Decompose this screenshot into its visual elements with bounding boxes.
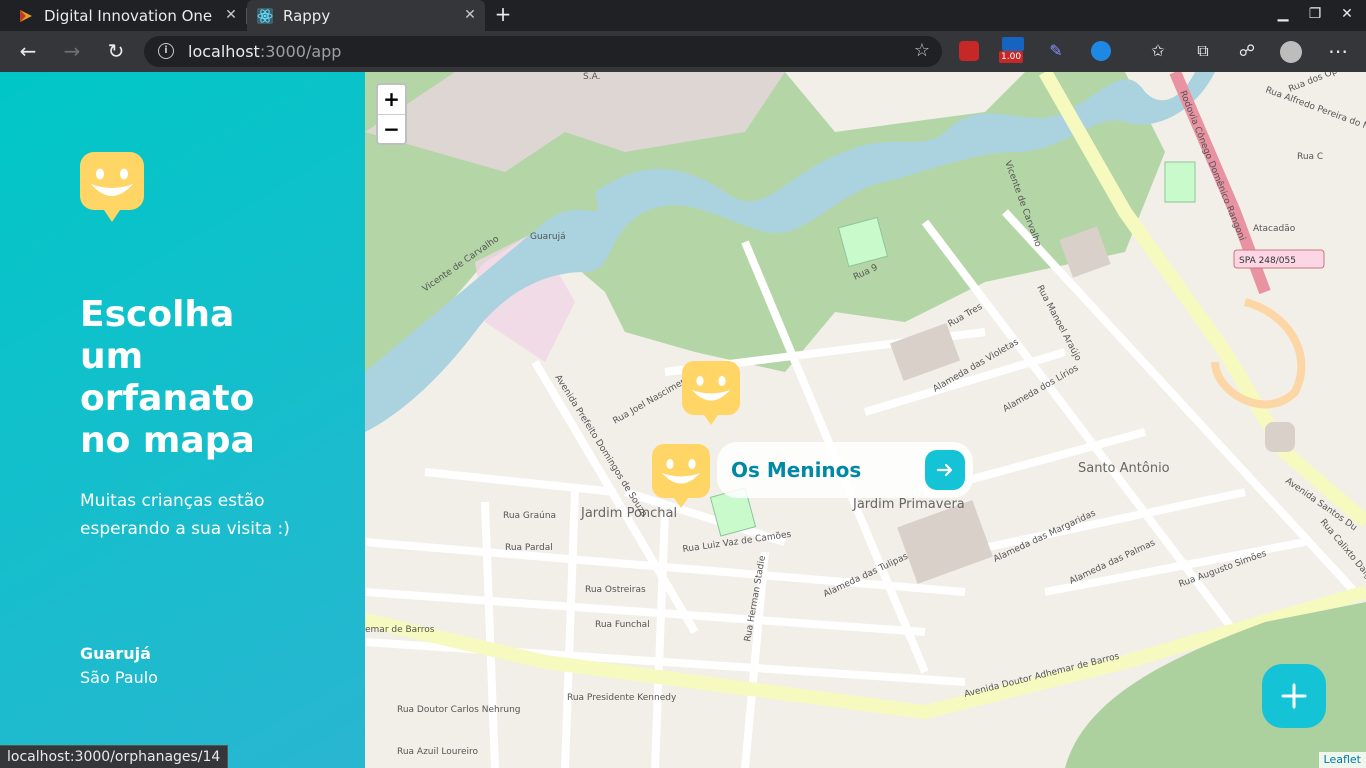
label-rua-c: Rua C — [1297, 152, 1323, 162]
more-menu-icon[interactable]: ⋯ — [1326, 40, 1350, 64]
profile-avatar-icon[interactable] — [1280, 41, 1302, 63]
url-path: :3000/app — [259, 42, 342, 61]
app-page: Escolha um orfanato no mapa Muitas crian… — [0, 72, 1366, 768]
browser-toolbar: ← → ↻ i localhost:3000/app ☆ 1.00 ✎ ✩ ⧉ … — [0, 31, 1366, 72]
map[interactable]: S.A. Guarujá Vicente de Carvalho Vicente… — [365, 72, 1366, 768]
label-adhemar-left: emar de Barros — [365, 625, 435, 635]
label-rua-grauna: Rua Graúna — [503, 511, 556, 521]
dio-favicon-icon — [20, 9, 32, 22]
label-sa: S.A. — [583, 72, 600, 82]
back-icon[interactable]: ← — [16, 40, 40, 64]
label-rua-operarios: Rua dos Operários — [1287, 72, 1366, 95]
popup-orphanage-name: Os Meninos — [731, 458, 862, 482]
label-spa: SPA 248/055 — [1239, 256, 1296, 266]
tab-title: Rappy — [283, 6, 331, 25]
label-rua-funchal: Rua Funchal — [595, 620, 650, 630]
favorites-icon[interactable]: ✩ — [1146, 40, 1170, 64]
sidebar: Escolha um orfanato no mapa Muitas crian… — [0, 72, 365, 768]
label-guaruja: Guarujá — [530, 232, 566, 242]
new-tab-icon[interactable]: + — [492, 4, 514, 26]
browser-titlebar: Digital Innovation One ✕ Rappy ✕ + ▁ ❐ ✕ — [0, 0, 1366, 31]
extension-zoom-icon[interactable] — [1002, 37, 1024, 51]
smile-marker-icon — [80, 152, 144, 222]
page-title: Escolha um orfanato no mapa — [80, 294, 255, 461]
label-rua-tulipas: Alameda das Tulipas — [822, 552, 910, 600]
label-rua-alfredo: Rua Alfredo Pereira do Nascimento — [1264, 85, 1366, 148]
close-window-icon[interactable]: ✕ — [1337, 6, 1357, 26]
collections-icon[interactable]: ⧉ — [1191, 40, 1215, 64]
label-rua-tres: Rua Tres — [947, 302, 985, 330]
page-subtitle: Muitas crianças estão esperando a sua vi… — [80, 491, 290, 539]
site-info-icon[interactable]: i — [158, 43, 174, 59]
feedback-icon[interactable]: ☍ — [1235, 40, 1259, 64]
tab-digital-innovation-one[interactable]: Digital Innovation One ✕ — [0, 0, 246, 31]
close-tab-icon[interactable]: ✕ — [463, 8, 477, 22]
label-jardim-primavera: Jardim Primavera — [852, 497, 965, 512]
react-favicon-icon — [257, 7, 273, 24]
tab-title: Digital Innovation One — [44, 6, 213, 25]
label-rua-margaridas: Alameda das Margaridas — [992, 508, 1098, 564]
address-bar[interactable]: i localhost:3000/app ☆ — [144, 36, 942, 67]
label-santo-antonio: Santo Antônio — [1078, 461, 1170, 476]
orphanage-popup: Os Meninos — [717, 442, 973, 498]
label-rua-azuil: Rua Azuil Loureiro — [397, 747, 478, 757]
status-bar-url: localhost:3000/orphanages/14 — [0, 745, 229, 768]
forward-icon[interactable]: → — [60, 40, 84, 64]
minimize-icon[interactable]: ▁ — [1273, 6, 1293, 26]
plus-icon — [1281, 683, 1307, 709]
zoom-badge: 1.00 — [999, 51, 1024, 63]
label-atacadao: Atacadão — [1253, 224, 1296, 234]
leaflet-attribution-link[interactable]: Leaflet — [1318, 752, 1366, 768]
add-orphanage-button[interactable] — [1262, 664, 1326, 728]
zoom-control: + − — [376, 83, 407, 145]
orphanage-marker-selected[interactable] — [652, 444, 710, 510]
label-prefeito: Avenida Prefeito Domingos de Souza — [552, 373, 648, 519]
label-rua-kennedy: Rua Presidente Kennedy — [567, 693, 677, 703]
url-text[interactable]: localhost:3000/app — [188, 42, 341, 61]
bookmark-star-icon[interactable]: ☆ — [914, 40, 930, 61]
label-rua-nehrung: Rua Doutor Carlos Nehrung — [397, 705, 521, 715]
label-rua-pardal: Rua Pardal — [505, 543, 553, 553]
zoom-out-button[interactable]: − — [378, 114, 405, 143]
open-orphanage-button[interactable] — [925, 450, 965, 490]
park — [1164, 161, 1196, 203]
reload-icon[interactable]: ↻ — [104, 40, 128, 64]
extension-pen-icon[interactable]: ✎ — [1046, 41, 1066, 61]
label-rua-ostreiras: Rua Ostreiras — [585, 585, 646, 595]
map-tiles[interactable]: S.A. Guarujá Vicente de Carvalho Vicente… — [365, 72, 1366, 768]
url-host: localhost — [188, 42, 260, 61]
zoom-in-button[interactable]: + — [378, 85, 405, 114]
extension-json-icon[interactable] — [1091, 41, 1111, 61]
extension-ublock-icon[interactable] — [959, 41, 979, 61]
location-city: Guarujá — [80, 644, 151, 663]
location-state: São Paulo — [80, 668, 158, 687]
close-tab-icon[interactable]: ✕ — [224, 8, 238, 22]
maximize-icon[interactable]: ❐ — [1305, 6, 1325, 26]
arrow-right-icon — [936, 463, 953, 477]
tab-rappy[interactable]: Rappy ✕ — [247, 0, 485, 31]
orphanage-marker[interactable] — [682, 361, 740, 427]
